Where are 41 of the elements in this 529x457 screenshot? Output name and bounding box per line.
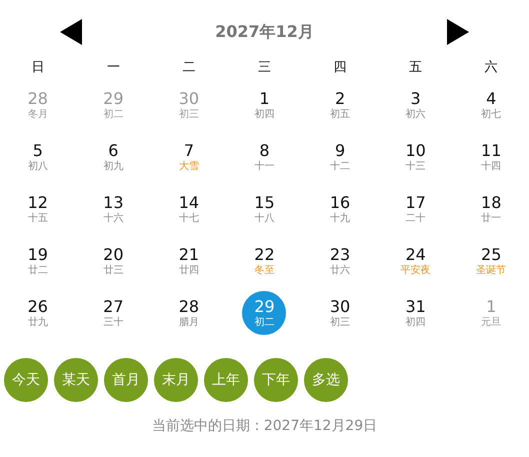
calendar-day[interactable]: 19 廿二 [16, 239, 60, 283]
calendar-day[interactable]: 20 廿三 [91, 239, 136, 283]
calendar-day[interactable]: 23 廿六 [318, 239, 362, 283]
calendar-day[interactable]: 4 初七 [469, 83, 514, 127]
next-month-button[interactable] [446, 19, 469, 45]
weekday-label: 四 [332, 59, 348, 77]
calendar-day[interactable]: 5 初八 [16, 135, 60, 179]
calendar-day[interactable]: 9 十二 [318, 135, 362, 179]
calendar-day[interactable]: 25 圣诞节 [469, 239, 514, 283]
calendar-day[interactable]: 14 十七 [166, 187, 211, 231]
calendar-day[interactable]: 18 廿一 [469, 187, 514, 231]
calendar-day[interactable]: 17 二十 [394, 187, 438, 231]
calendar-day[interactable]: 7 大雪 [166, 135, 211, 179]
calendar-day[interactable]: 26 廿九 [16, 291, 60, 335]
calendar-day[interactable]: 28 腊月 [166, 291, 211, 335]
calendar-day[interactable]: 15 十八 [242, 187, 286, 231]
weekday-label: 日 [30, 59, 46, 77]
weekday-label: 六 [484, 59, 499, 77]
selected-date-text: 当前选中的日期：2027年12月29日 [150, 417, 378, 435]
calendar-day[interactable]: 8 十一 [242, 135, 286, 179]
weekday-label: 三 [256, 59, 272, 77]
calendar-day[interactable]: 13 十六 [91, 187, 136, 231]
calendar-day[interactable]: 3 初六 [394, 83, 438, 127]
calendar-day[interactable]: 22 冬至 [242, 239, 286, 283]
calendar-day[interactable]: 2 初五 [318, 83, 362, 127]
month-title: 2027年12月 [215, 22, 314, 42]
calendar-day[interactable]: 11 十四 [469, 135, 514, 179]
calendar-day[interactable]: 16 十九 [318, 187, 362, 231]
weekday-label: 二 [181, 59, 196, 77]
calendar-day[interactable]: 6 初九 [91, 135, 136, 179]
calendar-day[interactable]: 30 初三 [318, 291, 362, 335]
calendar-day[interactable]: 1 初四 [242, 83, 286, 127]
weekday-label: 一 [106, 59, 121, 77]
calendar-day[interactable]: 10 十三 [394, 135, 438, 179]
previous-month-button[interactable] [60, 19, 82, 45]
weekday-label: 五 [408, 59, 424, 77]
calendar-day[interactable]: 12 十五 [16, 187, 60, 231]
calendar-day[interactable]: 31 初四 [394, 291, 438, 335]
calendar-day[interactable]: 24 平安夜 [394, 239, 438, 283]
calendar-day[interactable]: 27 三十 [91, 291, 136, 335]
calendar-day[interactable]: 21 廿四 [166, 239, 211, 283]
